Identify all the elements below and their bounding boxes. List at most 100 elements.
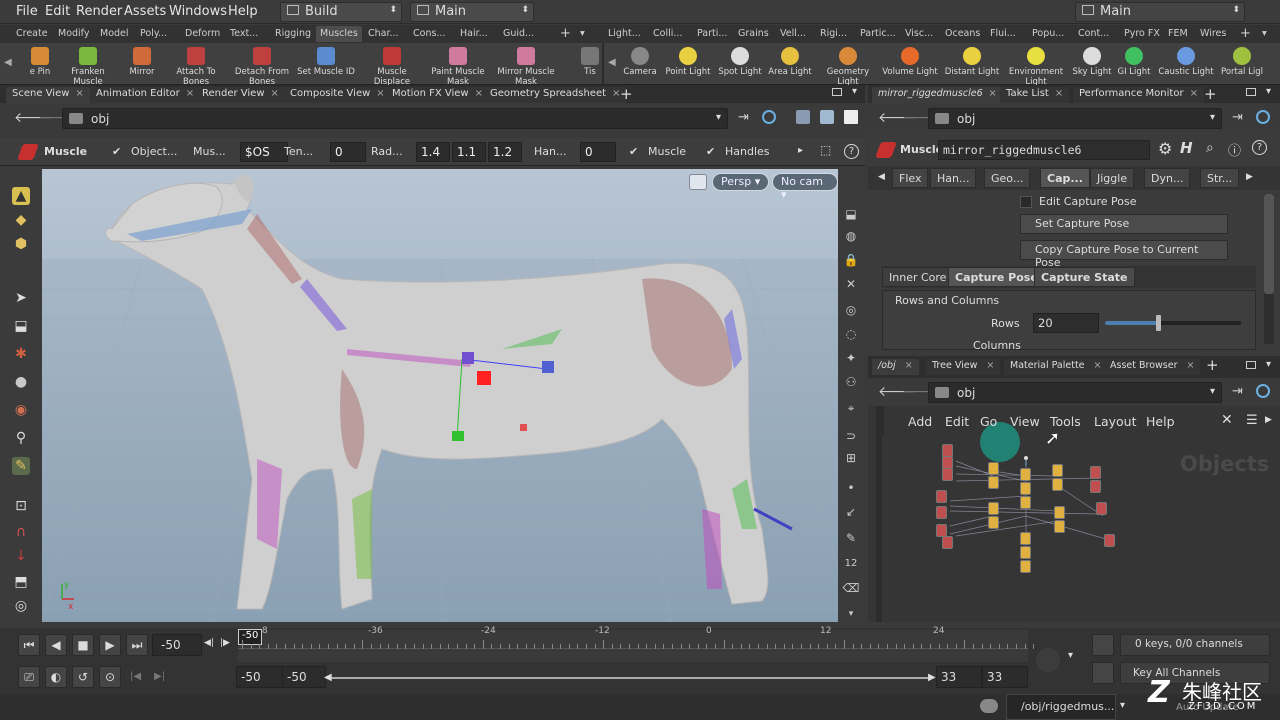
shelf-tab-wires[interactable]: Wires	[1200, 26, 1226, 42]
range-right-handle[interactable]: ▶	[928, 672, 936, 683]
ghost-obj-icon[interactable]: ⚇	[842, 373, 860, 391]
help-icon[interactable]: ?	[844, 144, 859, 159]
ten-field[interactable]: 0	[330, 142, 366, 162]
network-node[interactable]	[988, 516, 999, 529]
loop-icon[interactable]: ↺	[72, 666, 94, 688]
tab-composite-view[interactable]: Composite View ×	[284, 87, 391, 103]
gear-icon[interactable]: ⚙	[1158, 139, 1172, 158]
camera-view-icon[interactable]: ⌖	[842, 399, 860, 417]
close-icon[interactable]: ×	[475, 88, 483, 99]
network-menu-help[interactable]: Help	[1146, 414, 1175, 429]
shelf-tool-2[interactable]: Mirror	[112, 47, 172, 77]
shelf-tab-text[interactable]: Text...	[230, 26, 258, 42]
menu-assets[interactable]: Assets	[124, 4, 166, 19]
shelf-tab-pyro[interactable]: Pyro FX	[1124, 26, 1160, 42]
rotate-tool-icon[interactable]: ⬢	[12, 235, 30, 253]
menu-scroll-icon[interactable]: ▶	[1265, 415, 1272, 425]
maximize-icon[interactable]	[832, 88, 842, 96]
hscript-icon[interactable]: H	[1180, 139, 1193, 157]
shelf-tool-8[interactable]: Mirror Muscle Mask	[496, 47, 556, 87]
shelf-tab-guid[interactable]: Guid...	[503, 26, 534, 42]
shelf-tab-cont[interactable]: Cont...	[1078, 26, 1109, 42]
muscle-handle-green[interactable]	[452, 431, 464, 441]
add-tab-icon[interactable]: +	[620, 85, 633, 103]
param-tab-strength[interactable]: Str...	[1200, 168, 1240, 188]
rad-field-y[interactable]: 1.1	[452, 142, 486, 162]
persp-menu[interactable]: Persp ▾	[712, 173, 770, 191]
range-left-handle[interactable]: ◀	[324, 672, 332, 683]
shelf-tool-3[interactable]: Attach To Bones	[166, 47, 226, 87]
network-node[interactable]	[1020, 546, 1031, 559]
pencil-icon[interactable]: ✎	[842, 529, 860, 547]
mus-field[interactable]: $OS	[240, 142, 288, 162]
range-slider[interactable]	[326, 677, 932, 679]
close-icon[interactable]: ×	[905, 360, 913, 371]
muscle-handle-blue[interactable]	[542, 361, 554, 373]
light-icon[interactable]: ◌	[842, 325, 860, 343]
shelf-tab-fem[interactable]: FEM	[1168, 26, 1188, 42]
network-menu-add[interactable]: Add	[908, 414, 932, 429]
close-icon[interactable]: ×	[75, 88, 83, 99]
shelf-light-tool-7[interactable]: Environment Light	[1006, 47, 1066, 87]
view-icon[interactable]: ◉	[12, 401, 30, 419]
menu-windows[interactable]: Windows	[169, 4, 227, 19]
lock-icon[interactable]: 🔒	[842, 251, 860, 269]
network-node[interactable]	[1020, 482, 1031, 495]
shelf-tab-deform[interactable]: Deform	[185, 26, 220, 42]
pane-menu-icon[interactable]: ▾	[1266, 86, 1271, 97]
tab-take-list[interactable]: Take List ×	[1000, 87, 1070, 103]
network-node[interactable]	[1052, 464, 1063, 477]
network-path-field[interactable]: obj ▾	[928, 382, 1222, 403]
shelf-light-tool-4[interactable]: Geometry Light	[818, 47, 878, 87]
muscle-handle-red[interactable]	[477, 371, 491, 385]
tab-obj-network[interactable]: /obj ×	[872, 359, 919, 375]
link-icon[interactable]	[1256, 110, 1270, 124]
status-menu-icon[interactable]: ▾	[1120, 700, 1125, 711]
scroll-down-icon[interactable]: ▾	[842, 605, 860, 623]
shelf-tab-hair[interactable]: Hair...	[460, 26, 488, 42]
sphere-icon[interactable]: ●	[12, 373, 30, 391]
shelf-tab-model[interactable]: Model	[100, 26, 129, 42]
close-icon[interactable]: ×	[1190, 88, 1198, 99]
shelf-tool-1[interactable]: Franken Muscle	[58, 47, 118, 87]
chevron-down-icon[interactable]: ▾	[1210, 112, 1215, 123]
shelf-tab-muscles[interactable]: Muscles	[316, 26, 362, 42]
network-node[interactable]	[1096, 502, 1107, 515]
network-node[interactable]	[942, 468, 953, 481]
node-name-field[interactable]: mirror_riggedmuscle6	[938, 140, 1150, 160]
network-node[interactable]	[1020, 532, 1031, 545]
muscle-checkbox[interactable]: ✔	[629, 145, 638, 158]
tab-performance-monitor[interactable]: Performance Monitor ×	[1073, 87, 1204, 103]
main-desktop-dropdown[interactable]: Main ⬍	[410, 2, 534, 22]
paint-icon[interactable]: ✎	[12, 457, 30, 475]
shelf-tab-cons[interactable]: Cons...	[413, 26, 445, 42]
eraser-icon[interactable]: ⌫	[842, 579, 860, 597]
close-icon[interactable]: ×	[986, 360, 994, 371]
param-scrollbar[interactable]	[1264, 194, 1274, 344]
select-tool-icon[interactable]: ▲	[12, 187, 30, 205]
xray-icon[interactable]: ✕	[842, 275, 860, 293]
subtab-capture-state[interactable]: Capture State	[1034, 267, 1135, 287]
pane-menu-icon[interactable]: ▾	[852, 86, 857, 97]
shelf-menu-right-icon[interactable]: ▾	[1262, 26, 1267, 42]
shelf-tab-popu[interactable]: Popu...	[1032, 26, 1064, 42]
close-icon[interactable]: ×	[1187, 360, 1195, 371]
playback-end-field[interactable]: 33	[936, 666, 982, 688]
shelf-tab-light[interactable]: Light...	[608, 26, 641, 42]
camera-lock-icon[interactable]	[689, 174, 707, 190]
shelf-tool-6[interactable]: Muscle Displace	[362, 47, 422, 87]
tabs-scroll-left-icon[interactable]: ◀	[878, 172, 885, 182]
network-menu-view[interactable]: View	[1010, 414, 1040, 429]
shelf-light-tool-6[interactable]: Distant Light	[942, 47, 1002, 77]
tab-animation-editor[interactable]: Animation Editor ×	[90, 87, 201, 103]
bulb-icon[interactable]: ✦	[842, 349, 860, 367]
audio-icon[interactable]: ◐	[45, 666, 67, 688]
network-editor[interactable]: Objects	[868, 406, 1280, 622]
realtime-icon[interactable]: ⎚	[18, 666, 40, 688]
ortho-icon[interactable]: ⊞	[842, 449, 860, 467]
shelf-tab-rigging[interactable]: Rigging	[275, 26, 311, 42]
subtab-capture-pose[interactable]: Capture Pose	[948, 267, 1045, 287]
param-tab-geometry[interactable]: Geo...	[984, 168, 1031, 188]
link-view-icon[interactable]: ⊃	[842, 427, 860, 445]
subtab-inner-core[interactable]: Inner Core	[882, 267, 954, 287]
